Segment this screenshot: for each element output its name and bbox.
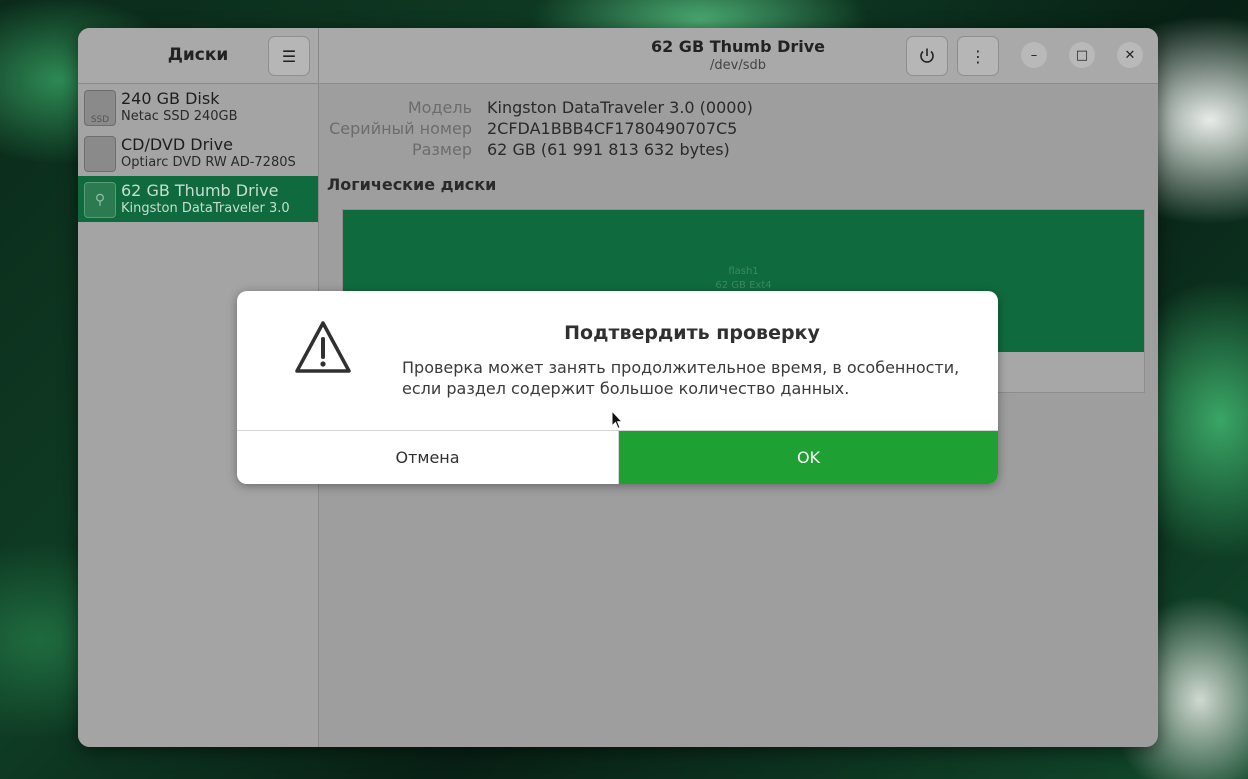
drive-item-optical[interactable]: CD/DVD Drive Optiarc DVD RW AD-7280S [78,130,318,176]
header-bar: 62 GB Thumb Drive /dev/sdb ⋮ – □ ✕ [319,28,1158,84]
serial-value: 2CFDA1BBB4CF1780490707C5 [487,119,738,138]
minimize-icon: – [1030,47,1038,63]
drive-name: 62 GB Thumb Drive [121,181,279,200]
dialog-message: Проверка может занять продолжительное вр… [402,358,960,398]
size-label: Размер [411,140,472,159]
drive-item-ssd[interactable]: SSD 240 GB Disk Netac SSD 240GB [78,84,318,130]
power-icon [920,48,934,63]
hamburger-icon: ☰ [281,46,297,66]
drive-model: Kingston DataTraveler 3.0 [121,201,290,216]
sidebar-header: Диски ☰ [78,28,318,84]
minimize-button[interactable]: – [1021,42,1047,68]
partition-size: 62 GB Ext4 [715,280,772,291]
drive-name: CD/DVD Drive [121,135,233,154]
ssd-icon: SSD [84,90,116,126]
confirm-check-dialog: Подтвердить проверку Проверка может заня… [237,291,998,484]
maximize-icon: □ [1075,47,1089,63]
power-off-button[interactable] [906,36,948,76]
size-row: Размер 62 GB (61 991 813 632 bytes) [319,140,1157,162]
close-button[interactable]: ✕ [1117,42,1143,68]
drive-item-thumb-drive[interactable]: ⚲ 62 GB Thumb Drive Kingston DataTravele… [78,176,318,222]
drive-model: Optiarc DVD RW AD-7280S [121,155,296,170]
mouse-cursor-icon [611,410,623,430]
size-value: 62 GB (61 991 813 632 bytes) [487,140,730,159]
model-row: Модель Kingston DataTraveler 3.0 (0000) [319,98,1157,120]
usb-icon: ⚲ [84,182,116,218]
model-label: Модель [407,98,472,117]
ok-button[interactable]: OK [619,431,998,484]
close-icon: ✕ [1124,47,1136,63]
warning-icon [295,321,351,373]
serial-label: Серийный номер [329,119,472,138]
partition-name: flash1 [728,266,759,277]
optical-drive-icon [84,136,116,172]
serial-row: Серийный номер 2CFDA1BBB4CF1780490707C5 [319,119,1157,141]
drive-name: 240 GB Disk [121,89,220,108]
main-menu-button[interactable]: ☰ [268,36,310,76]
drive-model: Netac SSD 240GB [121,109,238,124]
maximize-button[interactable]: □ [1069,42,1095,68]
volumes-title: Логические диски [327,175,497,194]
cancel-button[interactable]: Отмена [237,431,619,484]
model-value: Kingston DataTraveler 3.0 (0000) [487,98,753,117]
more-vertical-icon: ⋮ [970,46,986,66]
drive-options-button[interactable]: ⋮ [957,36,999,76]
dialog-title: Подтвердить проверку [564,322,820,344]
